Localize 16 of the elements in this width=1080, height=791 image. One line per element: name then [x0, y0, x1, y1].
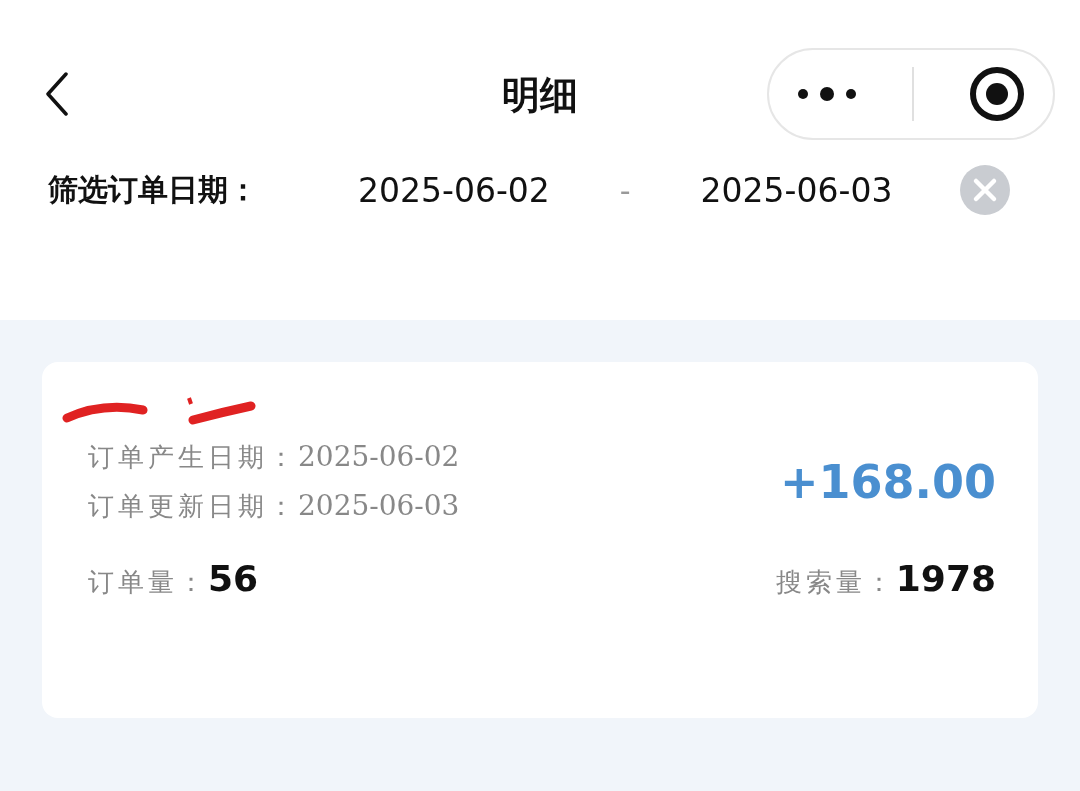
search-count-label: 搜索量：	[775, 566, 896, 599]
updated-date: 2025-06-03	[298, 489, 460, 522]
order-count-label: 订单量：	[88, 566, 208, 599]
search-count: 1978	[895, 558, 996, 599]
created-date-label: 订单产生日期：	[88, 441, 298, 474]
start-date-field[interactable]: 2025-06-02	[358, 170, 550, 210]
created-date: 2025-06-02	[298, 440, 460, 473]
more-icon[interactable]	[796, 86, 857, 102]
order-count: 56	[208, 558, 259, 599]
back-icon[interactable]	[45, 72, 69, 116]
order-amount: +168.00	[779, 455, 996, 509]
page-title: 明细	[502, 71, 578, 119]
updated-date-label: 订单更新日期：	[88, 490, 298, 523]
date-separator: -	[619, 172, 631, 208]
end-date-field[interactable]: 2025-06-03	[700, 170, 893, 210]
filter-label: 筛选订单日期：	[48, 170, 259, 209]
